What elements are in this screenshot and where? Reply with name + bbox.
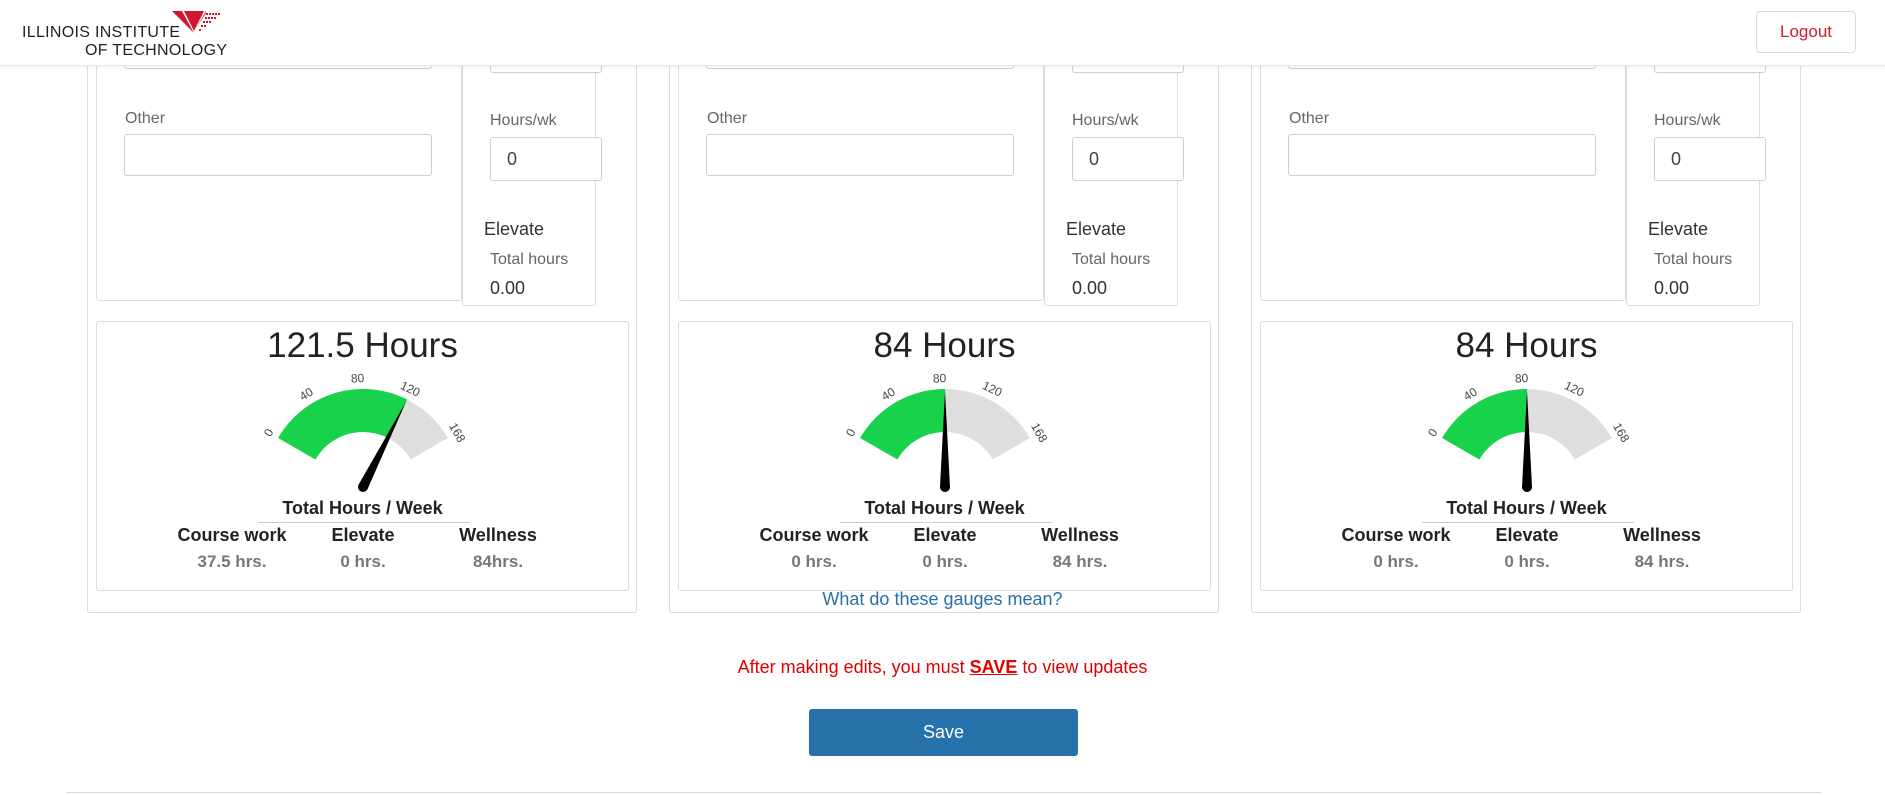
stat-value-elevate: 0 hrs.	[922, 552, 968, 571]
hours-gauge: 0 40 80 120 168	[261, 371, 468, 492]
gauge-tick-label: 80	[351, 371, 365, 386]
gauge-tick-label: 0	[261, 426, 277, 439]
gauge-fill	[860, 389, 945, 460]
other-input[interactable]	[1288, 134, 1596, 176]
elevate-title: Elevate	[1648, 219, 1709, 239]
stat-label-wellness: Wellness	[1041, 525, 1119, 545]
hours-gauge-card: 84 Hours 0 40 80 120 168 Total Hours / Week …	[1260, 321, 1793, 591]
gauge-tick-label: 120	[398, 378, 422, 399]
student-panel-1: Other 0 Hours/wk 0 Elevate Total hours 0…	[87, 40, 637, 613]
hours-per-week-label: Hours/wk	[1654, 112, 1721, 129]
gauge-tick-label: 168	[1610, 420, 1632, 445]
hours-per-week-label: Hours/wk	[1072, 112, 1139, 129]
stat-label-course-work: Course work	[177, 525, 287, 545]
other-label: Other	[125, 110, 166, 127]
student-panel-2: Other 0 Hours/wk 0 Elevate Total hours 0…	[669, 40, 1219, 613]
total-hours-value: 0.00	[1654, 278, 1690, 298]
gauge-tick-label: 168	[1028, 420, 1050, 445]
stat-value-course-work: 37.5 hrs.	[197, 552, 267, 571]
hours-per-week-label: Hours/wk	[490, 112, 557, 129]
total-hours-value: 0.00	[490, 278, 526, 298]
gauge-tick-label: 40	[879, 385, 898, 404]
hours-gauge: 0 40 80 120 168	[1425, 371, 1632, 492]
total-hours-value: 0.00	[1072, 278, 1108, 298]
caption-divider	[1422, 522, 1634, 523]
gauge-title: 121.5 Hours	[267, 326, 458, 365]
other-input[interactable]	[124, 134, 432, 176]
top-header: ILLINOIS INSTITUTE OF TECHNOLOGY Logout	[0, 0, 1885, 66]
stat-label-elevate: Elevate	[331, 525, 395, 545]
gauge-tick-label: 80	[1515, 371, 1529, 386]
gauge-tick-label: 0	[843, 426, 859, 439]
logo-text-line2: OF TECHNOLOGY	[85, 42, 228, 59]
caption-divider	[258, 522, 470, 523]
stat-label-course-work: Course work	[759, 525, 869, 545]
save-reminder-note: After making edits, you must SAVE to vie…	[0, 657, 1885, 678]
gauge-tick-label: 120	[980, 378, 1004, 399]
gauge-caption: Total Hours / Week	[1446, 498, 1607, 518]
footer-divider	[66, 792, 1821, 793]
stat-label-course-work: Course work	[1341, 525, 1451, 545]
hours-gauge-card: 84 Hours 0 40 80 120 168 Total Hours / Week …	[678, 321, 1211, 591]
stat-value-course-work: 0 hrs.	[1373, 552, 1419, 571]
stat-label-elevate: Elevate	[913, 525, 977, 545]
stat-value-elevate: 0 hrs.	[1504, 552, 1550, 571]
stat-value-wellness: 84 hrs.	[1052, 552, 1108, 571]
total-hours-label: Total hours	[1654, 251, 1733, 268]
gauge-needle-hub	[940, 482, 950, 492]
hours-box: 0 Hours/wk 0 Elevate Total hours 0.00	[1044, 41, 1184, 306]
total-hours-label: Total hours	[490, 251, 569, 268]
save-note-emphasis: SAVE	[969, 657, 1018, 677]
gauge-fill	[1442, 389, 1527, 460]
gauge-tick-label: 40	[297, 385, 316, 404]
hours-box: 0 Hours/wk 0 Elevate Total hours 0.00	[1626, 41, 1766, 306]
logo-text-line1: ILLINOIS INSTITUTE	[22, 24, 181, 41]
elevate-title: Elevate	[484, 219, 545, 239]
gauges-help-link[interactable]: What do these gauges mean?	[0, 589, 1885, 610]
stat-value-wellness: 84hrs.	[472, 552, 524, 571]
gauge-title: 84 Hours	[873, 326, 1016, 365]
hours-gauge: 0 40 80 120 168	[843, 371, 1050, 492]
gauge-tick-label: 0	[1425, 426, 1441, 439]
hours-per-week-input[interactable]: 0	[1072, 137, 1184, 181]
save-button[interactable]: Save	[809, 709, 1078, 756]
gauge-tick-label: 40	[1461, 385, 1480, 404]
stat-value-course-work: 0 hrs.	[791, 552, 837, 571]
save-note-suffix: to view updates	[1017, 657, 1148, 677]
logout-button[interactable]: Logout	[1756, 11, 1856, 53]
hours-per-week-input[interactable]: 0	[490, 137, 602, 181]
gauge-caption: Total Hours / Week	[282, 498, 443, 518]
elevate-title: Elevate	[1066, 219, 1127, 239]
other-label: Other	[1289, 110, 1330, 127]
other-input[interactable]	[706, 134, 1014, 176]
hours-box: 0 Hours/wk 0 Elevate Total hours 0.00	[462, 41, 602, 306]
iit-logo[interactable]: ILLINOIS INSTITUTE OF TECHNOLOGY	[22, 10, 228, 59]
stat-label-wellness: Wellness	[1623, 525, 1701, 545]
stat-label-elevate: Elevate	[1495, 525, 1559, 545]
other-label: Other	[707, 110, 748, 127]
stat-label-wellness: Wellness	[459, 525, 537, 545]
caption-divider	[840, 522, 1052, 523]
save-note-prefix: After making edits, you must	[737, 657, 970, 677]
stat-value-wellness: 84 hrs.	[1634, 552, 1690, 571]
stat-value-elevate: 0 hrs.	[340, 552, 386, 571]
hours-per-week-input[interactable]: 0	[1654, 137, 1766, 181]
gauge-title: 84 Hours	[1455, 326, 1598, 365]
activity-form-box: Other	[1260, 41, 1626, 301]
gauge-fill	[278, 389, 408, 460]
gauge-tick-label: 80	[933, 371, 947, 386]
gauge-tick-label: 120	[1562, 378, 1586, 399]
activity-form-box: Other	[96, 41, 462, 301]
student-panel-3: Other 0 Hours/wk 0 Elevate Total hours 0…	[1251, 40, 1801, 613]
gauge-caption: Total Hours / Week	[864, 498, 1025, 518]
gauge-needle-hub	[358, 482, 368, 492]
activity-form-box: Other	[678, 41, 1044, 301]
gauge-needle-hub	[1522, 482, 1532, 492]
hours-gauge-card: 121.5 Hours 0 40 80 120 168 Total Hours / We…	[96, 321, 629, 591]
total-hours-label: Total hours	[1072, 251, 1151, 268]
gauge-tick-label: 168	[446, 420, 468, 445]
